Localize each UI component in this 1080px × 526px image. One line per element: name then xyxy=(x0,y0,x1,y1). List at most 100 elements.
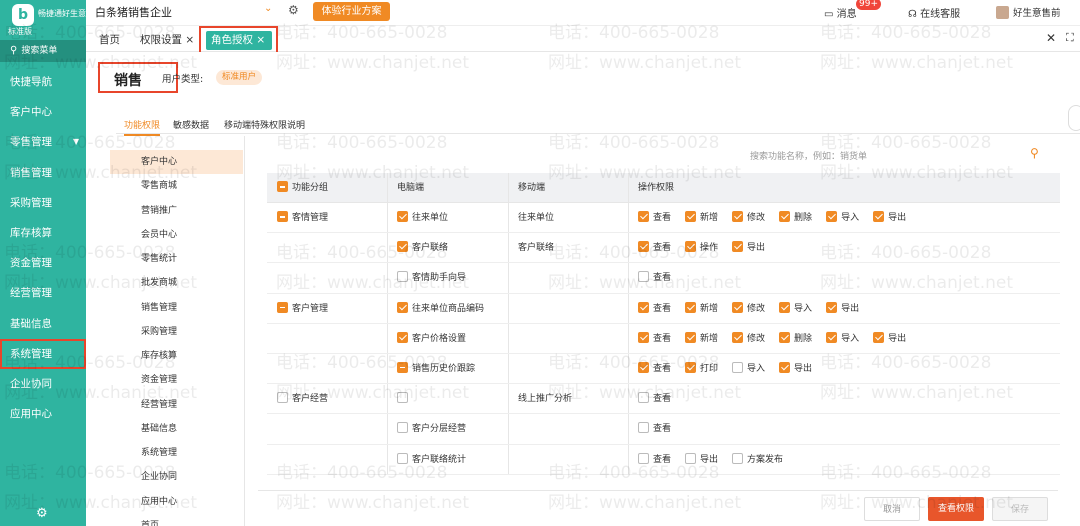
permission-option[interactable]: 导入 xyxy=(779,294,812,324)
function-category-item[interactable]: 应用中心 xyxy=(110,490,243,514)
tab-permission-settings[interactable]: 权限设置 × xyxy=(140,32,194,47)
checkbox[interactable] xyxy=(732,361,744,373)
permission-option[interactable]: 查看 xyxy=(638,324,671,354)
checkbox[interactable] xyxy=(732,452,744,464)
function-category-item[interactable]: 基础信息 xyxy=(110,417,243,441)
permission-option[interactable]: 修改 xyxy=(732,203,765,233)
close-icon[interactable]: × xyxy=(185,34,194,46)
sidebar-item[interactable]: 基础信息 xyxy=(0,309,86,339)
checkbox[interactable] xyxy=(685,361,697,373)
subtab-sensitive-data[interactable]: 敏感数据 xyxy=(173,118,209,131)
checkbox[interactable] xyxy=(397,452,408,464)
permission-option[interactable]: 导出 xyxy=(873,324,906,354)
side-float-handle[interactable] xyxy=(1068,105,1080,131)
permission-option[interactable]: 方案发布 xyxy=(732,445,783,475)
subtab-function-permissions[interactable]: 功能权限 xyxy=(124,118,161,136)
checkbox[interactable] xyxy=(397,361,408,373)
checkbox[interactable] xyxy=(685,452,697,464)
permission-option[interactable]: 导出 xyxy=(732,233,765,263)
trial-industry-button[interactable]: 体验行业方案 xyxy=(313,2,390,21)
permission-option[interactable]: 查看 xyxy=(638,414,671,444)
sidebar-item[interactable]: 资金管理 xyxy=(0,248,86,278)
checkbox[interactable] xyxy=(732,241,744,253)
checkbox[interactable] xyxy=(397,392,408,404)
tab-home[interactable]: 首页 xyxy=(99,32,120,47)
permission-option[interactable]: 查看 xyxy=(638,233,671,263)
function-category-item[interactable]: 销售管理 xyxy=(110,296,243,320)
checkbox[interactable] xyxy=(685,211,697,222)
checkbox[interactable] xyxy=(277,181,288,192)
checkbox[interactable] xyxy=(397,331,408,343)
view-permissions-button[interactable]: 查看权限 xyxy=(928,497,984,521)
function-category-item[interactable]: 资金管理 xyxy=(110,368,243,392)
checkbox[interactable] xyxy=(638,422,649,434)
close-all-icon[interactable]: ✕ xyxy=(1046,31,1056,45)
function-category-item[interactable]: 会员中心 xyxy=(110,223,243,247)
sidebar-item[interactable]: 经营管理 xyxy=(0,278,86,308)
online-service-button[interactable]: ☊ 在线客服 xyxy=(908,5,960,20)
checkbox[interactable] xyxy=(638,271,649,283)
sidebar-item[interactable]: 快捷导航 xyxy=(0,67,86,97)
permission-option[interactable]: 查看 xyxy=(638,203,671,233)
checkbox[interactable] xyxy=(826,301,838,313)
checkbox[interactable] xyxy=(732,301,744,313)
settings-icon[interactable]: ⚙ xyxy=(288,3,299,17)
search-menu-button[interactable]: ⚲ 搜索菜单 xyxy=(0,40,86,62)
permission-option[interactable]: 查看 xyxy=(638,445,671,475)
checkbox[interactable] xyxy=(873,331,885,343)
checkbox[interactable] xyxy=(638,392,649,404)
checkbox[interactable] xyxy=(779,361,791,373)
chevron-down-icon[interactable]: ⌄ xyxy=(264,3,272,14)
sidebar-item[interactable]: 系统管理 xyxy=(0,338,86,369)
checkbox[interactable] xyxy=(685,241,697,253)
checkbox[interactable] xyxy=(397,301,408,313)
permission-option[interactable]: 导入 xyxy=(732,354,765,384)
checkbox[interactable] xyxy=(277,211,288,222)
permission-option[interactable]: 删除 xyxy=(779,324,812,354)
permission-option[interactable]: 导入 xyxy=(826,324,859,354)
checkbox[interactable] xyxy=(685,331,697,343)
checkbox[interactable] xyxy=(638,361,649,373)
checkbox[interactable] xyxy=(779,211,791,222)
checkbox[interactable] xyxy=(397,271,408,283)
function-search-input[interactable]: 搜索功能名称，例如：销货单 xyxy=(750,149,867,162)
checkbox[interactable] xyxy=(277,301,288,313)
tab-role-auth[interactable]: 角色授权 × xyxy=(206,31,272,50)
permission-option[interactable]: 导出 xyxy=(685,445,718,475)
checkbox[interactable] xyxy=(779,301,791,313)
function-category-item[interactable]: 营销推广 xyxy=(110,199,243,223)
search-icon[interactable]: ⚲ xyxy=(1030,146,1039,160)
permission-option[interactable]: 修改 xyxy=(732,294,765,324)
checkbox[interactable] xyxy=(397,211,408,222)
checkbox[interactable] xyxy=(873,211,885,222)
permission-option[interactable]: 查看 xyxy=(638,294,671,324)
permission-option[interactable]: 查看 xyxy=(638,354,671,384)
permission-option[interactable]: 打印 xyxy=(685,354,718,384)
checkbox[interactable] xyxy=(638,301,649,313)
user-menu[interactable]: 好生意售前 xyxy=(996,5,1061,19)
function-category-item[interactable]: 经营管理 xyxy=(110,393,243,417)
permission-option[interactable]: 删除 xyxy=(779,203,812,233)
checkbox[interactable] xyxy=(826,331,838,343)
function-category-item[interactable]: 零售商城 xyxy=(110,174,243,198)
permission-option[interactable]: 新增 xyxy=(685,203,718,233)
permission-option[interactable]: 导出 xyxy=(826,294,859,324)
checkbox[interactable] xyxy=(638,331,649,343)
checkbox[interactable] xyxy=(732,211,744,222)
fullscreen-icon[interactable]: ⛶ xyxy=(1066,31,1074,45)
permission-option[interactable]: 查看 xyxy=(638,263,671,293)
permission-option[interactable]: 新增 xyxy=(685,324,718,354)
checkbox[interactable] xyxy=(779,331,791,343)
sidebar-item[interactable]: 零售管理 ▼ xyxy=(0,127,86,157)
function-category-item[interactable]: 企业协同 xyxy=(110,465,243,489)
function-category-item[interactable]: 系统管理 xyxy=(110,441,243,465)
messages-button[interactable]: ▭ 消息 xyxy=(824,5,857,20)
checkbox[interactable] xyxy=(638,211,649,222)
sidebar-item[interactable]: 应用中心 xyxy=(0,399,86,429)
checkbox[interactable] xyxy=(638,241,649,253)
gear-icon[interactable]: ⚙ xyxy=(36,506,48,521)
app-logo[interactable]: b 畅捷通好生意 标准版 xyxy=(6,4,86,36)
sidebar-item[interactable]: 销售管理 xyxy=(0,158,86,188)
sidebar-item[interactable]: 采购管理 xyxy=(0,188,86,218)
sidebar-item[interactable]: 客户中心 xyxy=(0,97,86,127)
